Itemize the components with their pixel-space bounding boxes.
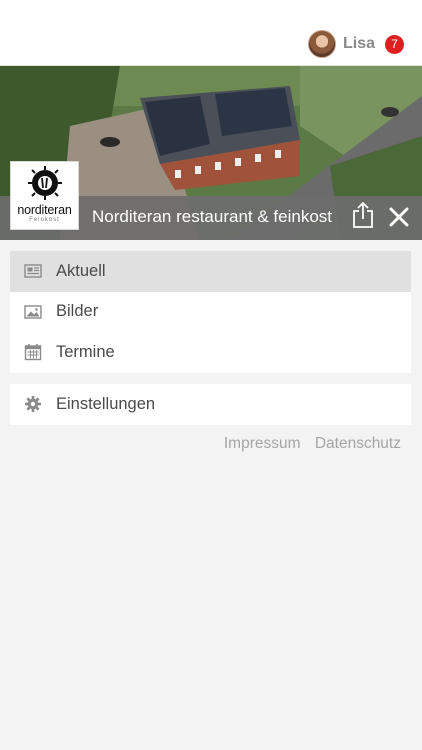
restaurant-logo: norditeran Feinkost: [10, 161, 79, 230]
top-bar: Lisa 7: [0, 0, 422, 66]
calendar-icon: [24, 344, 42, 361]
notification-badge[interactable]: 7: [385, 34, 404, 54]
newspaper-icon: [24, 264, 42, 278]
user-name[interactable]: Lisa: [343, 35, 375, 53]
menu-item-aktuell[interactable]: Aktuell: [10, 251, 411, 292]
secondary-menu: Einstellungen: [10, 384, 411, 425]
avatar[interactable]: [307, 30, 336, 58]
user-profile[interactable]: Lisa 7: [307, 28, 404, 60]
logo-text: norditeran: [17, 203, 72, 217]
share-icon[interactable]: [352, 202, 374, 228]
logo-mark-icon: [27, 166, 62, 200]
menu-item-label: Bilder: [56, 302, 99, 321]
footer-links: Impressum Datenschutz: [214, 435, 401, 453]
menu-item-label: Einstellungen: [56, 394, 156, 413]
menu-item-termine[interactable]: Termine: [10, 332, 411, 373]
image-icon: [24, 305, 42, 319]
menu-item-label: Termine: [56, 342, 115, 361]
gear-icon: [25, 396, 41, 413]
restaurant-title: Norditeran restaurant & feinkost: [92, 207, 333, 226]
close-icon[interactable]: [388, 206, 410, 228]
menu-item-bilder[interactable]: Bilder: [10, 292, 411, 333]
logo-subtitle: Feinkost: [29, 217, 60, 223]
menu-item-einstellungen[interactable]: Einstellungen: [10, 384, 411, 425]
datenschutz-link[interactable]: Datenschutz: [315, 435, 401, 452]
impressum-link[interactable]: Impressum: [224, 435, 301, 452]
primary-menu: Aktuell Bilder Termine: [10, 251, 411, 373]
menu-item-label: Aktuell: [56, 261, 106, 280]
